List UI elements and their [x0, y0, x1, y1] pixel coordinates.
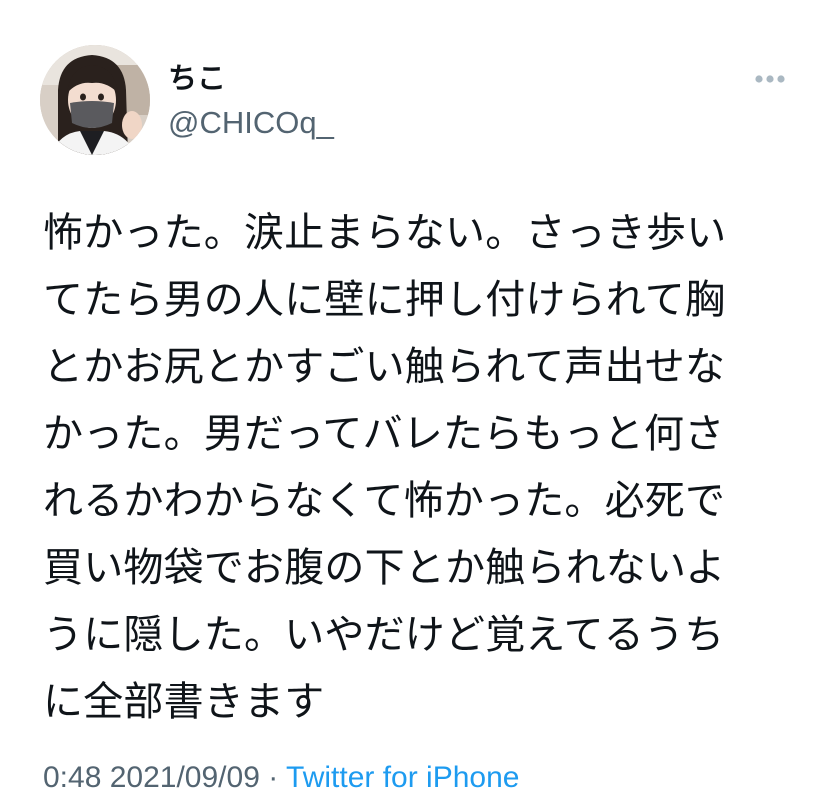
tweet-text-line: に全部書きます — [43, 679, 325, 725]
tweet-metadata: 0:48 2021/09/09 · Twitter for iPhone — [43, 758, 519, 798]
tweet-text-line: うに隠した。いやだけど覚えてるうち — [43, 612, 725, 658]
tweet-text: 怖かった。涙止まらない。さっき歩い てたら男の人に壁に押し付けられて胸 とかお尻… — [43, 200, 783, 736]
tweet-text-line: とかお尻とかすごい触られて声出せな — [43, 344, 726, 390]
tweet-text-line: 買い物袋でお腹の下とか触られないよ — [43, 545, 726, 591]
more-horizontal-icon — [755, 75, 785, 83]
profile-photo-icon — [40, 45, 150, 155]
tweet-text-line: てたら男の人に壁に押し付けられて胸 — [43, 277, 726, 323]
tweet: ちこ @CHICOq_ 怖かった。涙止まらない。さっき歩い てたら男の人に壁に押… — [0, 0, 827, 794]
tweet-source-link[interactable]: Twitter for iPhone — [286, 761, 519, 794]
more-options-button[interactable] — [750, 64, 790, 94]
tweet-text-line: かった。男だってバレたらもっと何さ — [43, 411, 725, 457]
avatar[interactable] — [40, 45, 150, 155]
tweet-text-line: れるかわからなくて怖かった。必死で — [43, 478, 726, 524]
tweet-date[interactable]: 2021/09/09 — [110, 761, 260, 794]
tweet-text-line: 怖かった。涙止まらない。さっき歩い — [43, 210, 727, 256]
display-name[interactable]: ちこ — [168, 58, 226, 98]
tweet-time[interactable]: 0:48 — [43, 761, 101, 794]
meta-separator: · — [268, 761, 279, 794]
username-handle[interactable]: @CHICOq_ — [168, 103, 334, 143]
